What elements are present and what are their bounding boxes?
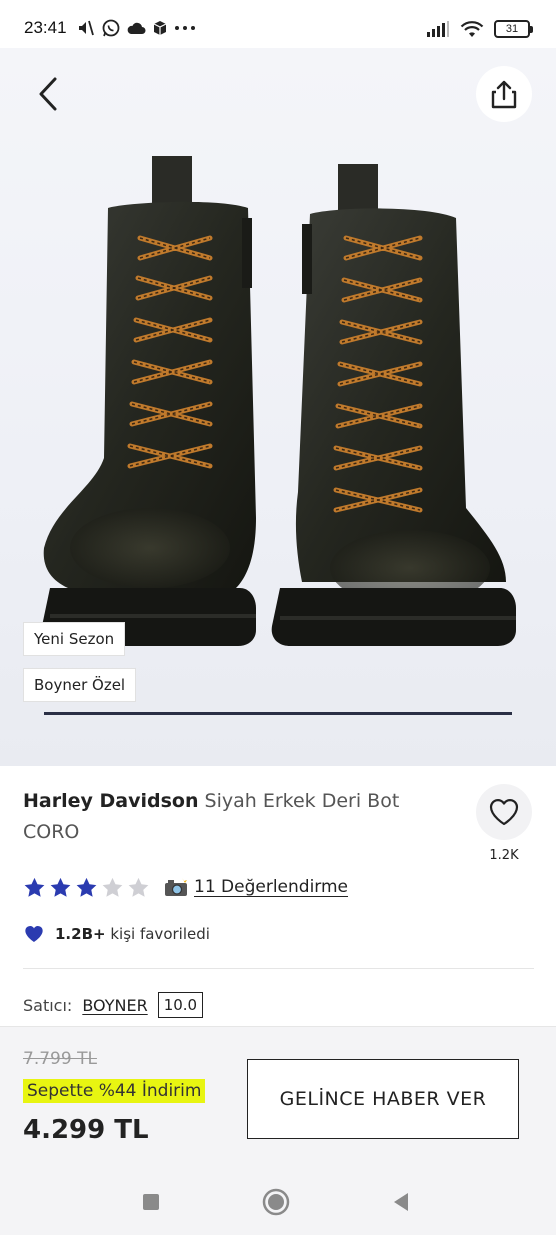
battery-icon: 31: [494, 20, 533, 38]
system-navigation-bar: [0, 1166, 556, 1235]
rating-row: 11 Değerlendirme: [23, 872, 348, 902]
star-empty-icon: [128, 877, 149, 897]
old-price: 7.799 TL: [23, 1049, 97, 1069]
seller-label: Satıcı:: [23, 995, 73, 1015]
heart-outline-icon: [489, 799, 519, 826]
rating-stars: [23, 876, 150, 899]
star-empty-icon: [102, 877, 123, 897]
favorited-label: kişi favoriledi: [110, 925, 210, 943]
notify-when-available-button[interactable]: GELİNCE HABER VER: [247, 1059, 519, 1139]
product-title: Harley Davidson Siyah Erkek Deri Bot COR…: [23, 786, 443, 848]
triangle-back-icon: [394, 1193, 408, 1211]
more-dots-icon: [175, 26, 195, 30]
chevron-left-icon: [39, 77, 57, 111]
seller-name-link[interactable]: BOYNER: [82, 996, 147, 1015]
favorite-button[interactable]: [476, 784, 532, 840]
cloud-icon: [127, 22, 146, 34]
product-photo: [41, 156, 516, 646]
whatsapp-icon: [102, 19, 120, 37]
status-notification-icons: [76, 16, 196, 40]
circle-icon: [262, 1188, 290, 1216]
share-button[interactable]: [476, 66, 532, 122]
discount-tag: Sepette %44 İndirim: [23, 1079, 206, 1103]
star-filled-icon: [50, 877, 71, 897]
badge-boyner-exclusive: Boyner Özel: [23, 668, 137, 702]
heart-filled-icon: [25, 926, 43, 942]
status-system-icons: 31: [426, 16, 533, 42]
seller-score-badge: 10.0: [157, 992, 204, 1018]
star-filled-icon: [76, 877, 97, 897]
camera-flash-icon: [165, 878, 187, 896]
reviews-count-label: 11 Değerlendirme: [194, 877, 349, 897]
badge-new-season: Yeni Sezon: [23, 622, 126, 656]
product-image-carousel[interactable]: Yeni Sezon Boyner Özel: [0, 48, 556, 766]
mute-icon: [79, 20, 94, 36]
recents-button[interactable]: [137, 1188, 165, 1216]
current-price: 4.299 TL: [23, 1115, 149, 1145]
star-filled-icon: [24, 877, 45, 897]
status-time: 23:41: [24, 18, 67, 37]
purchase-bar: 7.799 TL Sepette %44 İndirim 4.299 TL GE…: [0, 1026, 556, 1166]
favorite-count: 1.2K: [489, 848, 519, 863]
back-button[interactable]: [28, 74, 68, 114]
left-boot: [41, 156, 257, 646]
right-boot: [271, 164, 516, 646]
square-icon: [143, 1194, 159, 1210]
share-icon: [491, 80, 517, 109]
reviews-link[interactable]: 11 Değerlendirme: [164, 877, 348, 897]
seller-row: Satıcı: BOYNER 10.0: [23, 992, 204, 1018]
image-carousel-indicator: [44, 712, 512, 715]
product-brand: Harley Davidson: [23, 790, 199, 812]
divider: [23, 968, 534, 969]
favorited-info: 1.2B+ kişi favoriledi: [23, 924, 210, 944]
box-icon: [153, 21, 167, 35]
wifi-icon: [460, 21, 484, 37]
signal-icon: [427, 21, 449, 37]
back-nav-button[interactable]: [387, 1188, 415, 1216]
home-button[interactable]: [262, 1188, 290, 1216]
favorited-count: 1.2B+: [55, 925, 106, 943]
